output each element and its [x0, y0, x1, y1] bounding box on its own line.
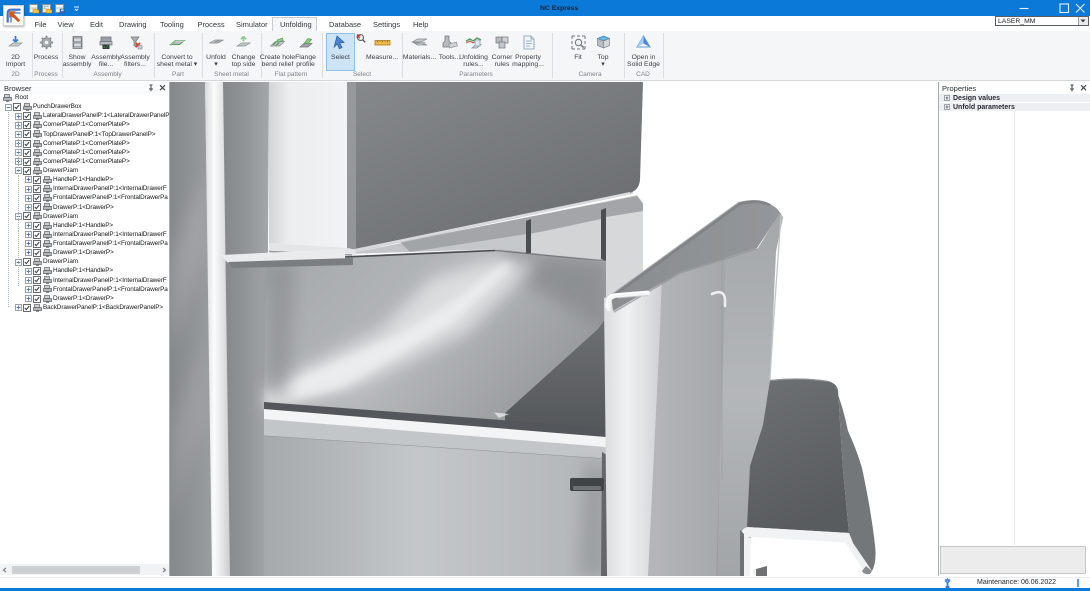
svg-text:</>: </> [103, 45, 111, 50]
